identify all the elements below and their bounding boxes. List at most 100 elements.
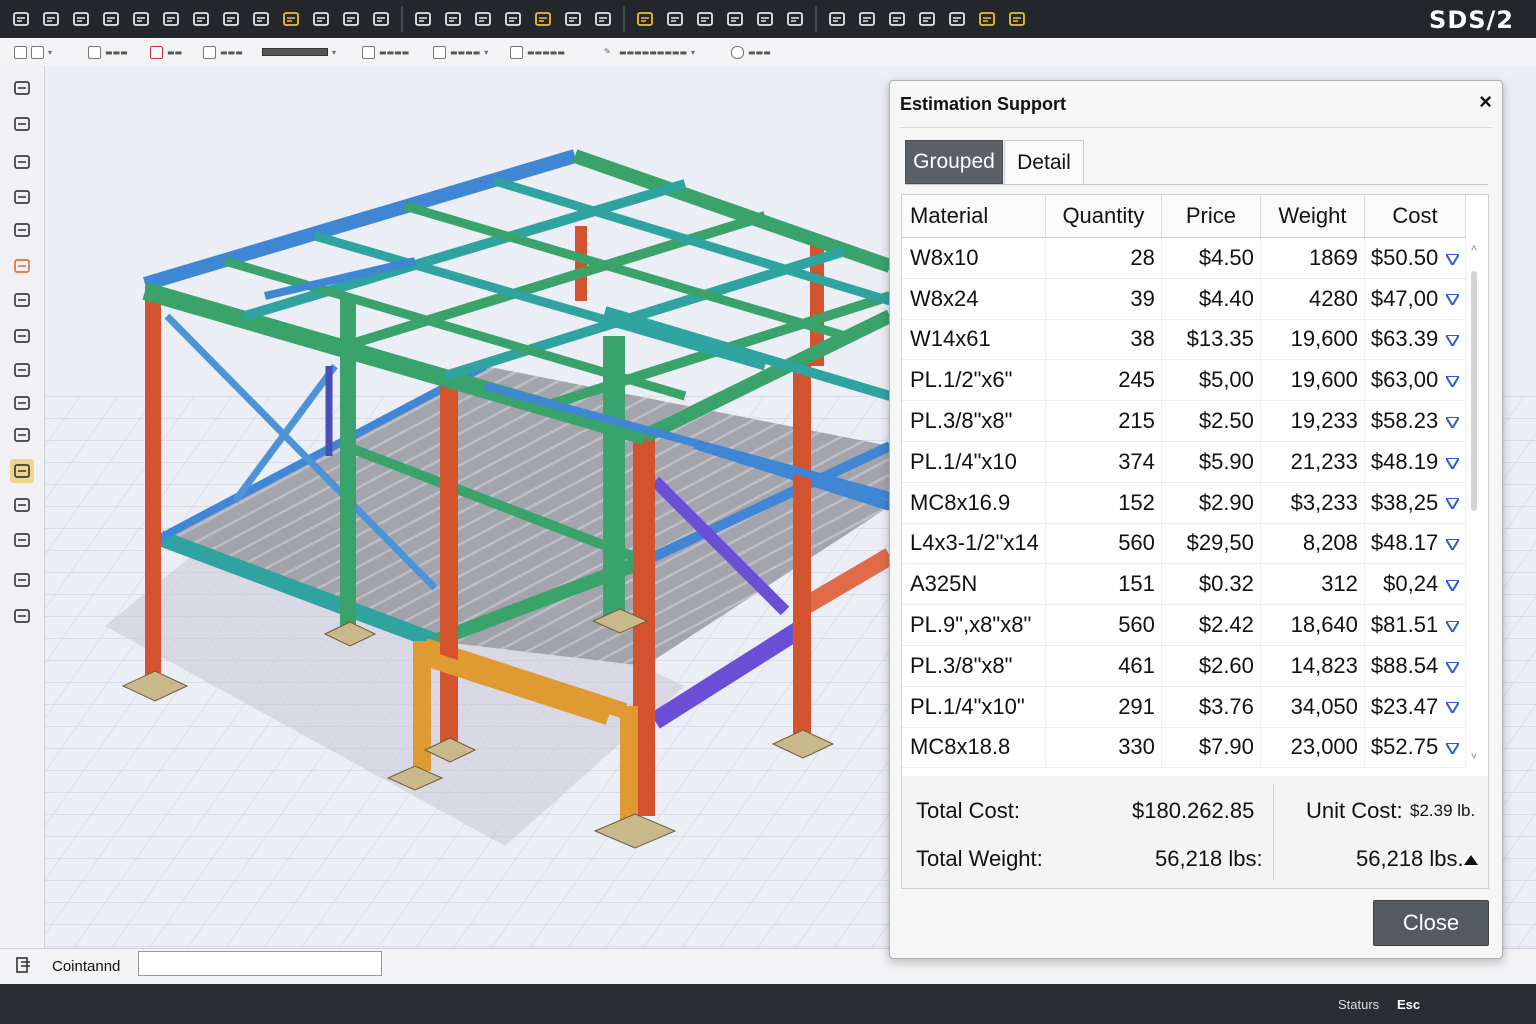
table-row[interactable]: PL.9",x8"x8" 560 $2.42 18,640 $81.51 bbox=[902, 604, 1467, 646]
table-row[interactable]: MC8x16.9 152 $2.90 $3,233 $38,25 bbox=[902, 482, 1467, 524]
chart-icon[interactable] bbox=[560, 6, 586, 32]
view-toggle[interactable]: ▬▬ bbox=[150, 45, 182, 59]
filter-arrow-icon[interactable] bbox=[1446, 335, 1460, 347]
bulb-icon[interactable] bbox=[632, 6, 658, 32]
window-icon[interactable] bbox=[158, 6, 184, 32]
curve-icon[interactable] bbox=[944, 6, 970, 32]
arrow-icon[interactable] bbox=[10, 324, 34, 348]
table-row[interactable]: W8x24 39 $4.40 4280 $47,00 bbox=[902, 278, 1467, 320]
column-header-quantity[interactable]: Quantity bbox=[1045, 195, 1162, 238]
layer-select-icon[interactable]: ▾ bbox=[14, 45, 52, 59]
draw-icon[interactable] bbox=[10, 459, 34, 483]
circle-icon[interactable] bbox=[10, 288, 34, 312]
filter-arrow-icon[interactable] bbox=[1446, 416, 1460, 428]
list-icon[interactable] bbox=[722, 6, 748, 32]
sort-up-icon[interactable] bbox=[1464, 855, 1478, 865]
table-row[interactable]: A325N 151 $0.32 312 $0,24 bbox=[902, 563, 1467, 606]
triangle-icon[interactable] bbox=[10, 185, 34, 209]
filter-arrow-icon[interactable] bbox=[1446, 498, 1460, 510]
shield-icon[interactable] bbox=[278, 6, 304, 32]
brush-icon[interactable] bbox=[824, 6, 850, 32]
select-icon[interactable] bbox=[8, 6, 34, 32]
column-header-weight[interactable]: Weight bbox=[1260, 195, 1365, 238]
tab-grouped[interactable]: Grouped bbox=[905, 140, 1003, 184]
table-row[interactable]: MC8x18.8 330 $7.90 23,000 $52.75 bbox=[902, 727, 1467, 769]
print-icon[interactable] bbox=[470, 6, 496, 32]
member-toggle[interactable]: ▬▬▬▬ bbox=[362, 45, 409, 59]
copy-icon[interactable] bbox=[10, 423, 34, 447]
filter-arrow-icon[interactable] bbox=[1446, 620, 1460, 632]
filter-toggle[interactable]: ▬▬▬ bbox=[203, 45, 243, 59]
filter-arrow-icon[interactable] bbox=[1446, 294, 1460, 306]
column-header-price[interactable]: Price bbox=[1161, 195, 1261, 238]
shield-icon[interactable] bbox=[10, 604, 34, 628]
pencil-icon[interactable] bbox=[974, 6, 1000, 32]
layout-icon[interactable] bbox=[308, 6, 334, 32]
folder-icon[interactable] bbox=[68, 6, 94, 32]
search-icon[interactable] bbox=[188, 6, 214, 32]
link-icon[interactable] bbox=[914, 6, 940, 32]
command-input[interactable] bbox=[138, 951, 382, 976]
material-select[interactable]: ✎ ▬▬▬▬▬▬▬▬▬ ▾ bbox=[604, 45, 695, 59]
column-header-cost[interactable]: Cost bbox=[1364, 195, 1467, 238]
filter-arrow-icon[interactable] bbox=[1446, 375, 1460, 387]
scroll-down-icon[interactable]: ˅ bbox=[1468, 751, 1480, 763]
layers-icon[interactable] bbox=[10, 76, 34, 100]
shape-icon[interactable] bbox=[10, 254, 34, 278]
scroll-up-icon[interactable]: ˄ bbox=[1468, 243, 1480, 255]
document-icon[interactable] bbox=[500, 6, 526, 32]
command-icon[interactable] bbox=[14, 955, 34, 975]
table-row[interactable]: PL.3/8"x8" 215 $2.50 19,233 $58.23 bbox=[902, 400, 1467, 442]
table-row[interactable]: L4x3-1/2"x14 560 $29,50 8,208 $48.17 bbox=[902, 523, 1467, 565]
cut-icon[interactable] bbox=[884, 6, 910, 32]
settings-toggle[interactable]: ▬▬▬ bbox=[731, 45, 771, 59]
table-row[interactable]: PL.1/4"x10" 291 $3.76 34,050 $23.47 bbox=[902, 686, 1467, 728]
rotate-icon[interactable] bbox=[10, 358, 34, 382]
close-icon[interactable]: × bbox=[1479, 89, 1492, 115]
close-button[interactable]: Close bbox=[1373, 900, 1489, 946]
pin-icon[interactable] bbox=[530, 6, 556, 32]
filter-arrow-icon[interactable] bbox=[1446, 661, 1460, 673]
table-scrollbar[interactable]: ˄ ˅ bbox=[1468, 243, 1480, 763]
edit-icon[interactable] bbox=[10, 568, 34, 592]
filter-arrow-icon[interactable] bbox=[1446, 539, 1460, 551]
table-row[interactable]: PL.3/8"x8" 461 $2.60 14,823 $88.54 bbox=[902, 645, 1467, 687]
filter-arrow-icon[interactable] bbox=[1446, 579, 1460, 591]
grid-icon[interactable] bbox=[10, 391, 34, 415]
render-toggle[interactable]: ▬▬▬▬▬ bbox=[510, 45, 565, 59]
ruler-icon[interactable] bbox=[854, 6, 880, 32]
filter-arrow-icon[interactable] bbox=[1446, 253, 1460, 265]
tab-detail[interactable]: Detail bbox=[1004, 140, 1084, 184]
grid-icon[interactable] bbox=[410, 6, 436, 32]
table-row[interactable]: W14x61 38 $13.35 19,600 $63.39 bbox=[902, 319, 1467, 361]
table-row[interactable]: W8x10 28 $4.50 1869 $50.50 bbox=[902, 237, 1467, 279]
monitor-icon[interactable] bbox=[128, 6, 154, 32]
filter-arrow-icon[interactable] bbox=[1446, 702, 1460, 714]
move-icon[interactable] bbox=[10, 528, 34, 552]
panel-icon[interactable] bbox=[248, 6, 274, 32]
tools-icon[interactable] bbox=[1004, 6, 1030, 32]
stack-icon[interactable] bbox=[590, 6, 616, 32]
calendar-icon[interactable] bbox=[782, 6, 808, 32]
gears-icon[interactable] bbox=[218, 6, 244, 32]
filter-arrow-icon[interactable] bbox=[1446, 743, 1460, 755]
frame-icon[interactable] bbox=[10, 218, 34, 242]
snap-toggle[interactable]: ▬▬▬ bbox=[88, 45, 128, 59]
list-icon[interactable] bbox=[692, 6, 718, 32]
table-row[interactable]: PL.1/2"x6" 245 $5,00 19,600 $63,00 bbox=[902, 359, 1467, 402]
book-icon[interactable] bbox=[440, 6, 466, 32]
calculator-icon[interactable] bbox=[752, 6, 778, 32]
lasso-icon[interactable] bbox=[10, 493, 34, 517]
back-icon[interactable] bbox=[38, 6, 64, 32]
list-icon[interactable] bbox=[662, 6, 688, 32]
scroll-thumb[interactable] bbox=[1471, 271, 1477, 511]
network-icon[interactable] bbox=[368, 6, 394, 32]
display-select[interactable]: ▬▬▬▬ ▾ bbox=[433, 45, 488, 59]
line-weight-select[interactable]: ▾ bbox=[262, 45, 336, 59]
save-icon[interactable] bbox=[98, 6, 124, 32]
column-header-material[interactable]: Material bbox=[902, 195, 1046, 238]
escape-hint[interactable]: Esc bbox=[1397, 997, 1420, 1012]
filter-arrow-icon[interactable] bbox=[1446, 457, 1460, 469]
table-row[interactable]: PL.1/4"x10 374 $5.90 21,233 $48.19 bbox=[902, 441, 1467, 483]
view-icon[interactable] bbox=[10, 150, 34, 174]
